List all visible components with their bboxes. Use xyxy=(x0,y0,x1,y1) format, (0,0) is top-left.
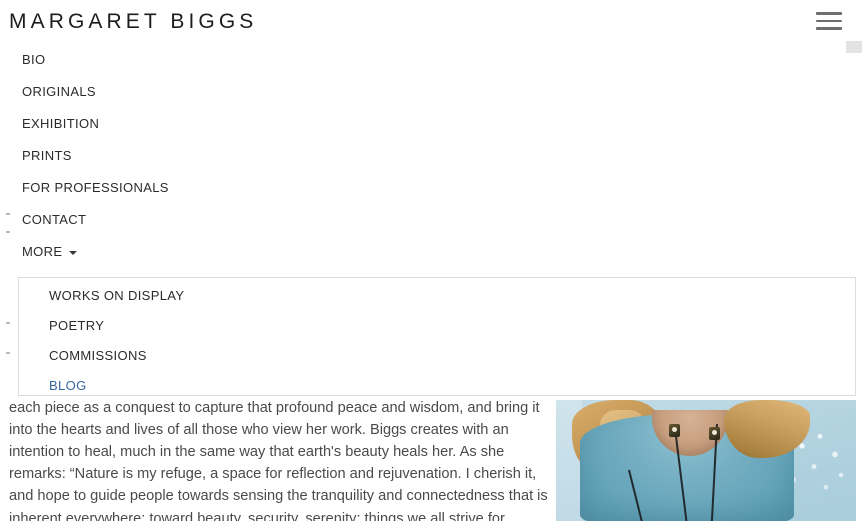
dropdown-item-blog[interactable]: BLOG xyxy=(19,371,855,401)
nav-item-prints[interactable]: PRINTS xyxy=(0,140,556,172)
site-header: MARGARET BIGGS xyxy=(0,0,868,44)
main-navigation: BIO ORIGINALS EXHIBITION PRINTS FOR PROF… xyxy=(0,44,556,268)
bio-paragraph: each piece as a conquest to capture that… xyxy=(9,399,548,521)
hamburger-bar xyxy=(816,19,842,23)
nav-item-exhibition[interactable]: EXHIBITION xyxy=(0,108,556,140)
nav-item-for-professionals[interactable]: FOR PROFESSIONALS xyxy=(0,172,556,204)
page-root: each piece as a conquest to capture that… xyxy=(0,0,868,521)
scrollbar-thumb[interactable] xyxy=(846,41,862,53)
more-dropdown-panel: WORKS ON DISPLAY POETRY COMMISSIONS BLOG xyxy=(18,277,856,396)
chevron-down-icon xyxy=(69,251,78,255)
site-logo[interactable]: MARGARET BIGGS xyxy=(9,10,257,34)
nav-item-more-label: MORE xyxy=(22,244,63,259)
gutter-artifact xyxy=(6,352,10,354)
photo-necklace-bead xyxy=(709,427,720,440)
gutter-artifact xyxy=(6,322,10,324)
nav-item-more[interactable]: MORE xyxy=(0,236,556,268)
nav-item-originals[interactable]: ORIGINALS xyxy=(0,76,556,108)
hamburger-bar xyxy=(816,12,842,15)
dropdown-item-commissions[interactable]: COMMISSIONS xyxy=(19,341,855,371)
dropdown-item-poetry[interactable]: POETRY xyxy=(19,311,855,341)
hamburger-bar xyxy=(816,27,842,30)
hamburger-icon[interactable] xyxy=(816,10,842,32)
nav-item-contact[interactable]: CONTACT xyxy=(0,204,556,236)
artist-portrait-photo xyxy=(556,400,856,521)
nav-item-bio[interactable]: BIO xyxy=(0,44,556,76)
photo-necklace-bead xyxy=(669,424,680,437)
dropdown-item-works-on-display[interactable]: WORKS ON DISPLAY xyxy=(19,281,855,311)
